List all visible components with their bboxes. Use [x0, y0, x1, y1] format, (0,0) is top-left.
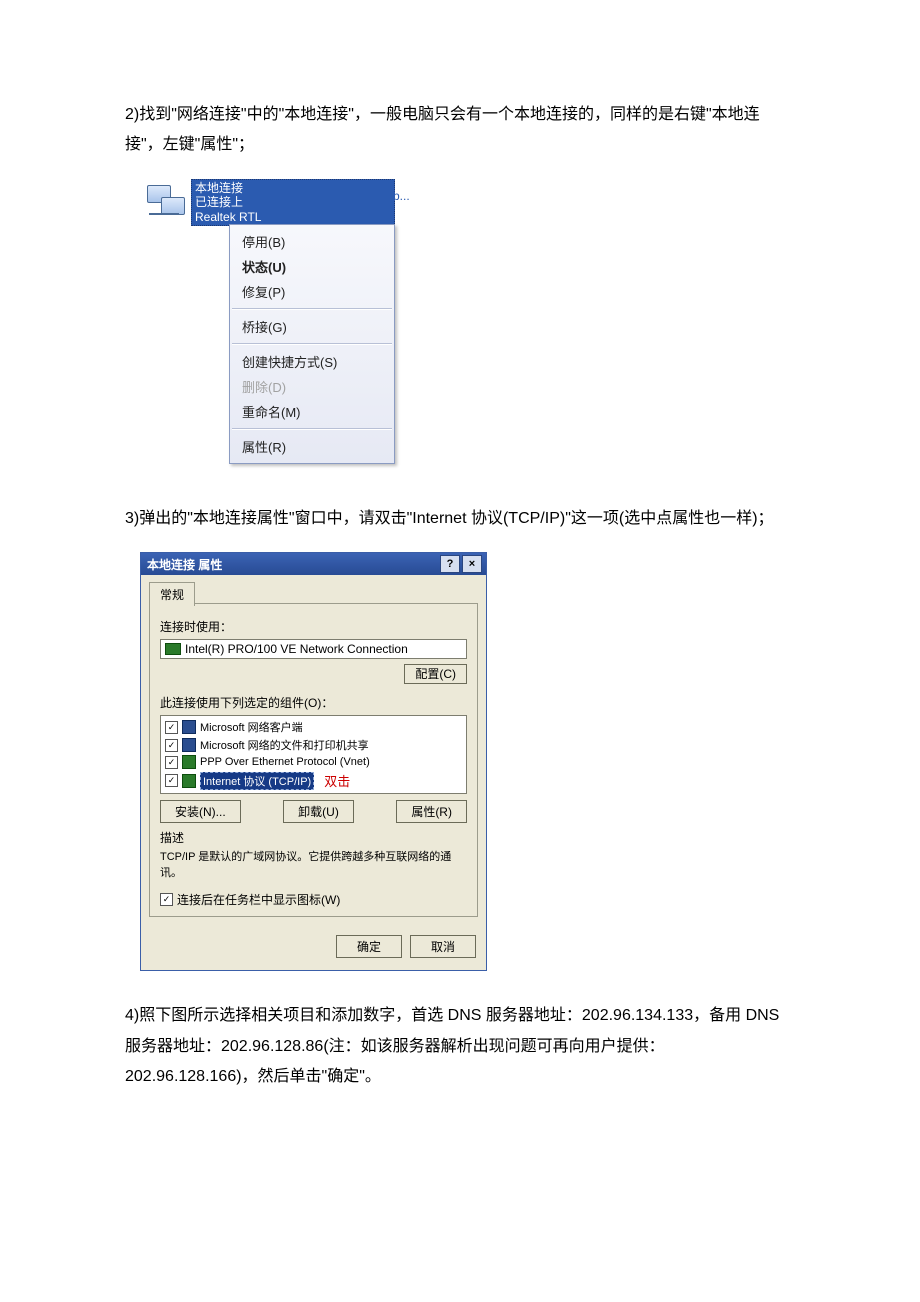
checkbox-icon[interactable]: ✓ [165, 756, 178, 769]
component-buttons: 安装(N)... 卸载(U) 属性(R) [160, 800, 467, 823]
protocol-icon [182, 774, 196, 788]
component-label: PPP Over Ethernet Protocol (Vnet) [200, 756, 370, 768]
components-list: ✓ Microsoft 网络客户端 ✓ Microsoft 网络的文件和打印机共… [160, 715, 467, 794]
menu-delete: 删除(D) [230, 374, 394, 399]
component-pppoe[interactable]: ✓ PPP Over Ethernet Protocol (Vnet) [163, 754, 464, 770]
checkbox-icon[interactable]: ✓ [160, 893, 173, 906]
component-properties-button[interactable]: 属性(R) [396, 800, 467, 823]
paragraph-step4: 4)照下图所示选择相关项目和添加数字，首选 DNS 服务器地址：202.96.1… [125, 1001, 795, 1092]
tab-general[interactable]: 常规 [149, 582, 195, 606]
show-tray-option[interactable]: ✓ 连接后在任务栏中显示图标(W) [160, 891, 467, 908]
menu-create-shortcut[interactable]: 创建快捷方式(S) [230, 349, 394, 374]
screenshot-properties-dialog: 本地连接 属性 ? × 常规 连接时使用： Intel(R) PRO/100 V… [140, 552, 487, 971]
close-button[interactable]: × [462, 555, 482, 573]
paragraph-step2: 2)找到"网络连接"中的"本地连接"，一般电脑只会有一个本地连接的，同样的是右键… [125, 100, 795, 161]
menu-properties[interactable]: 属性(R) [230, 434, 394, 459]
adapter-name: Intel(R) PRO/100 VE Network Connection [185, 642, 408, 656]
menu-repair[interactable]: 修复(P) [230, 279, 394, 304]
install-button[interactable]: 安装(N)... [160, 800, 241, 823]
adapter-field: Intel(R) PRO/100 VE Network Connection [160, 639, 467, 659]
uninstall-button[interactable]: 卸载(U) [283, 800, 354, 823]
components-label: 此连接使用下列选定的组件(O)： [160, 694, 467, 711]
component-tcpip[interactable]: ✓ Internet 协议 (TCP/IP) 双击 [163, 770, 464, 791]
component-label: Microsoft 网络客户端 [200, 719, 303, 735]
nic-icon [165, 643, 181, 655]
screenshot-context-menu: 本地连接 已连接上 Realtek RTL 停用(B) 状态(U) 修复(P) … [145, 179, 475, 464]
tab-pane: 连接时使用： Intel(R) PRO/100 VE Network Conne… [149, 603, 478, 917]
component-fileshare[interactable]: ✓ Microsoft 网络的文件和打印机共享 [163, 736, 464, 754]
checkbox-icon[interactable]: ✓ [165, 774, 178, 787]
menu-status[interactable]: 状态(U) [230, 254, 394, 279]
component-label-selected: Internet 协议 (TCP/IP) [200, 772, 314, 790]
configure-button[interactable]: 配置(C) [404, 664, 467, 684]
component-label: Microsoft 网络的文件和打印机共享 [200, 737, 369, 753]
ok-button[interactable]: 确定 [336, 935, 402, 958]
tab-strip: 常规 [149, 581, 478, 603]
lac-line1: 本地连接 [195, 181, 391, 195]
paragraph-step3: 3)弹出的"本地连接属性"窗口中，请双击"Internet 协议(TCP/IP)… [125, 504, 795, 534]
help-button[interactable]: ? [440, 555, 460, 573]
dialog-titlebar: 本地连接 属性 ? × [141, 553, 486, 575]
document-page: 2)找到"网络连接"中的"本地连接"，一般电脑只会有一个本地连接的，同样的是右键… [0, 0, 920, 1302]
show-tray-label: 连接后在任务栏中显示图标(W) [177, 891, 340, 908]
double-click-annotation: 双击 [324, 771, 350, 790]
checkbox-icon[interactable]: ✓ [165, 721, 178, 734]
dialog-body: 常规 连接时使用： Intel(R) PRO/100 VE Network Co… [141, 575, 486, 927]
connect-using-label: 连接时使用： [160, 618, 467, 635]
checkbox-icon[interactable]: ✓ [165, 739, 178, 752]
description-label: 描述 [160, 829, 467, 846]
protocol-icon [182, 755, 196, 769]
context-menu: 停用(B) 状态(U) 修复(P) 桥接(G) 创建快捷方式(S) 删除(D) … [229, 224, 395, 464]
component-client[interactable]: ✓ Microsoft 网络客户端 [163, 718, 464, 736]
truncated-text: b... [393, 189, 410, 203]
local-connection-label[interactable]: 本地连接 已连接上 Realtek RTL [191, 179, 395, 226]
menu-bridge[interactable]: 桥接(G) [230, 314, 394, 339]
lac-line2: 已连接上 [195, 195, 391, 209]
lac-line3: Realtek RTL [195, 210, 391, 224]
cancel-button[interactable]: 取消 [410, 935, 476, 958]
dialog-title: 本地连接 属性 [145, 556, 438, 573]
service-icon [182, 738, 196, 752]
client-icon [182, 720, 196, 734]
description-text: TCP/IP 是默认的广域网协议。它提供跨越多种互联网络的通讯。 [160, 850, 467, 881]
network-icon [145, 185, 185, 221]
dialog-footer: 确定 取消 [141, 927, 486, 970]
menu-rename[interactable]: 重命名(M) [230, 399, 394, 424]
menu-disable[interactable]: 停用(B) [230, 229, 394, 254]
